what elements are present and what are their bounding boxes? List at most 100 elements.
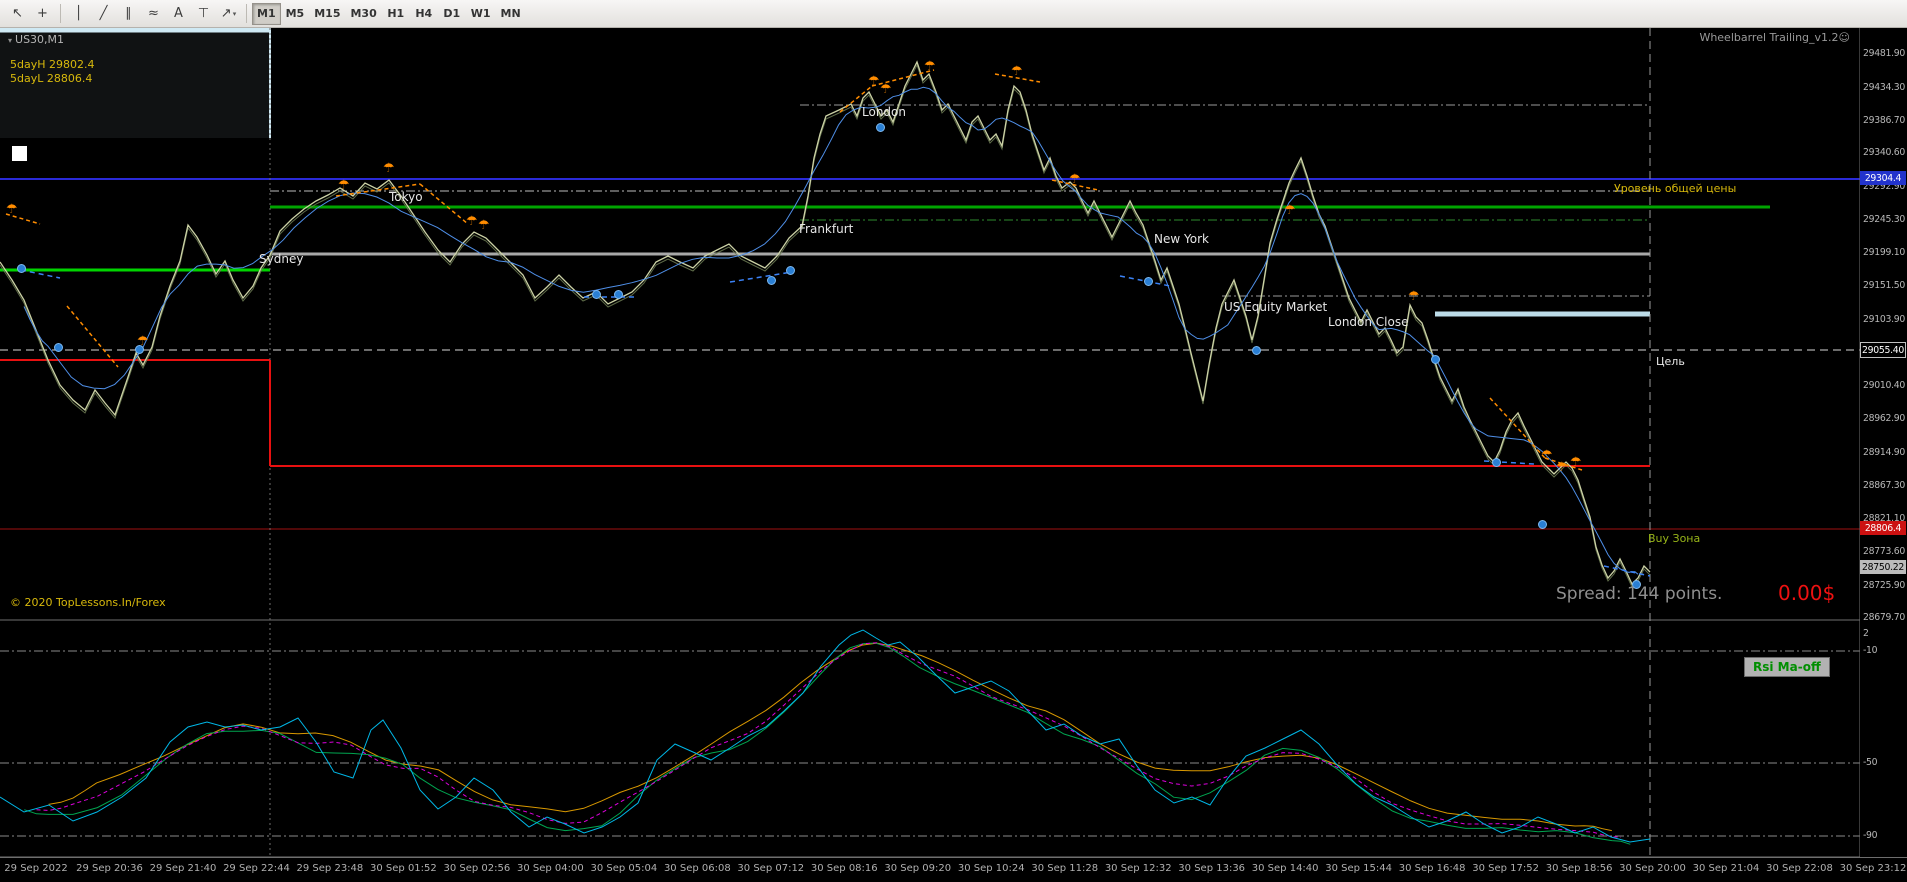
mt4-window: ↖ + │ ╱ ∥ ≈ A ⊤ ↗ ▾ M1 M5 M15 M30 H1 H4 D1 W1 MN ▾ US30,M1 … — [0, 0, 1907, 882]
clock-icon — [1492, 458, 1501, 467]
time-axis-label: 30 Sep 14:40 — [1251, 863, 1319, 874]
five-day-high-label: 5dayH 29802.4 — [10, 58, 95, 71]
spread-label: Spread: 144 points. — [1556, 584, 1723, 604]
clock-icon — [592, 290, 601, 299]
umbrella-icon: ☂ — [868, 74, 880, 89]
umbrella-icon: ☂ — [1408, 289, 1420, 304]
symbol-label: ▾ US30,M1 — [8, 33, 64, 46]
buy-zone-label: Buy Зона — [1648, 532, 1701, 545]
general-price-box: 29304.4 — [1860, 171, 1906, 185]
time-axis-label: 30 Sep 08:16 — [810, 863, 878, 874]
chart-canvas[interactable] — [0, 0, 1907, 882]
timeframe-button-m30[interactable]: M30 — [345, 3, 381, 25]
time-axis-label: 29 Sep 21:40 — [149, 863, 217, 874]
text-tool[interactable]: A — [166, 3, 191, 25]
timeframe-button-h4[interactable]: H4 — [410, 3, 438, 25]
time-axis-label: 30 Sep 23:12 — [1839, 863, 1907, 874]
clock-icon — [54, 343, 63, 352]
indicator-level-label: 2 — [1863, 628, 1869, 639]
time-axis-label: 30 Sep 02:56 — [443, 863, 511, 874]
time-axis-label: 30 Sep 04:00 — [516, 863, 584, 874]
umbrella-icon: ☂ — [466, 214, 478, 229]
channel-tool[interactable]: ∥ — [116, 3, 141, 25]
crosshair-tool-icon: + — [37, 6, 48, 21]
session-label-london: London — [862, 105, 906, 119]
price-axis-label: 29103.90 — [1863, 314, 1905, 325]
time-axis-label: 30 Sep 07:12 — [737, 863, 805, 874]
timeframe-button-m1[interactable]: M1 — [252, 2, 281, 25]
price-axis-label: 29245.30 — [1863, 214, 1905, 225]
vertical-line-tool-icon: │ — [74, 6, 83, 21]
indicator-level-label: -90 — [1863, 830, 1878, 841]
buy-zone-price-box: 28806.4 — [1860, 521, 1906, 535]
price-axis-label: 29481.90 — [1863, 48, 1905, 59]
timeframe-button-m5[interactable]: M5 — [281, 3, 310, 25]
session-label-frankfurt: Frankfurt — [799, 222, 854, 236]
umbrella-icon: ☂ — [338, 178, 350, 193]
umbrella-icon: ☂ — [1570, 455, 1582, 470]
umbrella-icon: ☂ — [1011, 64, 1023, 79]
price-axis-label: 29434.30 — [1863, 82, 1905, 93]
indicator-level-label: -10 — [1863, 645, 1878, 656]
clock-icon — [876, 123, 885, 132]
time-axis-label: 30 Sep 21:04 — [1692, 863, 1760, 874]
umbrella-icon: ☂ — [1556, 460, 1568, 475]
text-tool-icon: A — [174, 6, 183, 21]
time-axis-label: 30 Sep 17:52 — [1472, 863, 1539, 874]
timeframe-button-m15[interactable]: M15 — [309, 3, 345, 25]
umbrella-icon: ☂ — [383, 161, 395, 176]
time-axis-label: 30 Sep 01:52 — [370, 863, 437, 874]
umbrella-icon: ☂ — [1069, 172, 1081, 187]
time-axis-label: 29 Sep 2022 — [4, 863, 68, 874]
session-label-tokyo: Tokyo — [389, 190, 423, 204]
fibonacci-tool[interactable]: ≈ — [141, 3, 166, 25]
umbrella-icon: ☂ — [1284, 203, 1296, 218]
price-axis-label: 28725.90 — [1863, 580, 1905, 591]
crosshair-tool[interactable]: + — [30, 3, 55, 25]
trendline-tool[interactable]: ╱ — [91, 3, 116, 25]
clock-icon — [17, 264, 26, 273]
session-label-us-equity-market: US Equity Market — [1224, 300, 1328, 314]
target-label: Цель — [1656, 355, 1685, 368]
time-axis-label: 30 Sep 16:48 — [1398, 863, 1466, 874]
timeframe-button-w1[interactable]: W1 — [466, 3, 496, 25]
clock-icon — [614, 290, 623, 299]
clock-icon — [1538, 520, 1547, 529]
timeframe-button-d1[interactable]: D1 — [438, 3, 466, 25]
bid-price-box: 28750.22 — [1860, 560, 1906, 574]
channel-tool-icon: ∥ — [125, 6, 132, 21]
label-tool[interactable]: ⊤ — [191, 3, 216, 25]
umbrella-icon: ☂ — [1541, 448, 1553, 463]
time-axis-label: 30 Sep 11:28 — [1031, 863, 1099, 874]
timeframe-button-h1[interactable]: H1 — [382, 3, 410, 25]
time-axis-label: 30 Sep 10:24 — [957, 863, 1025, 874]
session-label-sydney: Sydney — [259, 252, 304, 266]
vertical-line-tool[interactable]: │ — [66, 3, 91, 25]
arrow-objects-tool-icon: ↗ — [220, 6, 232, 21]
time-axis-label: 30 Sep 06:08 — [663, 863, 731, 874]
general-price-level-label: Уровень общей цены — [1614, 182, 1737, 195]
price-axis-label: 28962.90 — [1863, 413, 1905, 424]
profit-label: 0.00$ — [1778, 581, 1836, 605]
price-axis-label: 29010.40 — [1863, 380, 1905, 391]
timeframe-button-mn[interactable]: MN — [496, 3, 526, 25]
symbol-text: US30,M1 — [15, 33, 65, 46]
time-axis-label: 30 Sep 13:36 — [1178, 863, 1246, 874]
time-axis[interactable]: 29 Sep 2022 29 Sep 20:36 29 Sep 21:40 29 Se… — [0, 857, 1907, 882]
session-label-london-close: London Close — [1328, 315, 1409, 329]
time-axis-label: 30 Sep 22:08 — [1766, 863, 1833, 874]
clock-icon — [1144, 277, 1153, 286]
price-axis[interactable]: 29481.90 29434.30 29386.70 29340.60 29292.90… — [1860, 28, 1907, 857]
label-tool-icon: ⊤ — [197, 6, 210, 21]
clock-icon — [1252, 346, 1261, 355]
arrow-objects-tool[interactable]: ↗ ▾ — [216, 3, 241, 25]
rsi-ma-toggle-button[interactable]: Rsi Ma-off — [1744, 657, 1830, 677]
umbrella-icon: ☂ — [880, 82, 892, 97]
toolbar-separator — [246, 4, 247, 23]
indicator-level-label: -50 — [1863, 757, 1878, 768]
indicator-title: Wheelbarrel Trailing_v1.2☺ — [1699, 31, 1850, 44]
clock-icon — [786, 266, 795, 275]
time-axis-label: 30 Sep 18:56 — [1545, 863, 1613, 874]
time-axis-label: 30 Sep 20:00 — [1619, 863, 1686, 874]
cursor-tool[interactable]: ↖ — [5, 3, 30, 25]
